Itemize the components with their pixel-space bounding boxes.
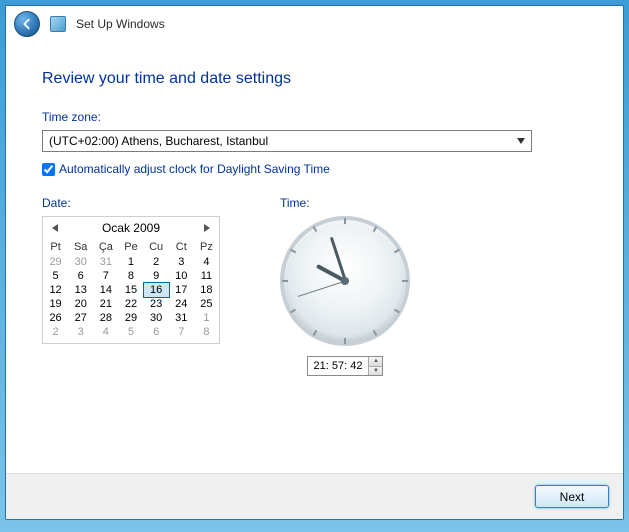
calendar-day[interactable]: 29	[118, 311, 143, 325]
date-column: Date: Ocak 2009 PtSaÇaPeCuCtPz2930311234…	[42, 196, 220, 376]
calendar-day[interactable]: 3	[68, 325, 93, 339]
page-title: Review your time and date settings	[42, 70, 587, 88]
calendar-month-title: Ocak 2009	[102, 221, 160, 235]
calendar-day[interactable]: 6	[144, 325, 169, 339]
calendar-day[interactable]: 22	[118, 297, 143, 311]
calendar-day[interactable]: 11	[194, 269, 219, 283]
dst-label: Automatically adjust clock for Daylight …	[59, 162, 330, 176]
calendar-day[interactable]: 1	[194, 311, 219, 325]
clock-tick	[344, 338, 346, 344]
time-label: Time:	[280, 196, 410, 210]
calendar-day[interactable]: 30	[68, 255, 93, 269]
calendar-day[interactable]: 4	[93, 325, 118, 339]
calendar-day[interactable]: 15	[118, 283, 143, 297]
dst-checkbox[interactable]	[42, 163, 55, 176]
footer-bar: Next	[6, 473, 623, 519]
setup-window: Set Up Windows Review your time and date…	[5, 5, 624, 520]
time-column: Time: 21: 57: 42 ▲ ▼	[280, 196, 410, 376]
content-panel: Review your time and date settings Time …	[6, 42, 623, 473]
calendar-day-header: Pe	[118, 239, 143, 255]
calendar-day[interactable]: 28	[93, 311, 118, 325]
calendar-day-header: Ct	[169, 239, 194, 255]
calendar-day[interactable]: 20	[68, 297, 93, 311]
calendar-day-header: Pz	[194, 239, 219, 255]
calendar: Ocak 2009 PtSaÇaPeCuCtPz2930311234567891…	[42, 216, 220, 344]
header-bar: Set Up Windows	[6, 6, 623, 42]
header-title: Set Up Windows	[76, 17, 165, 31]
timezone-value: (UTC+02:00) Athens, Bucharest, Istanbul	[49, 134, 268, 148]
calendar-day[interactable]: 24	[169, 297, 194, 311]
dst-row: Automatically adjust clock for Daylight …	[42, 162, 587, 176]
calendar-day[interactable]: 1	[118, 255, 143, 269]
calendar-day[interactable]: 3	[169, 255, 194, 269]
calendar-day[interactable]: 13	[68, 283, 93, 297]
timezone-label: Time zone:	[42, 110, 587, 124]
calendar-day[interactable]: 19	[43, 297, 68, 311]
calendar-day[interactable]: 27	[68, 311, 93, 325]
calendar-day[interactable]: 12	[43, 283, 68, 297]
calendar-day[interactable]: 7	[93, 269, 118, 283]
calendar-next-button[interactable]	[201, 222, 213, 234]
analog-clock	[280, 216, 410, 346]
back-arrow-icon	[20, 17, 34, 31]
calendar-day[interactable]: 31	[169, 311, 194, 325]
calendar-day[interactable]: 30	[144, 311, 169, 325]
chevron-down-icon	[513, 133, 529, 149]
calendar-day[interactable]: 31	[93, 255, 118, 269]
calendar-prev-button[interactable]	[49, 222, 61, 234]
time-up-button[interactable]: ▲	[369, 357, 382, 366]
clock-tick	[344, 218, 346, 224]
calendar-day[interactable]: 8	[118, 269, 143, 283]
calendar-day-header: Sa	[68, 239, 93, 255]
time-spinner[interactable]: 21: 57: 42 ▲ ▼	[307, 356, 384, 376]
time-value[interactable]: 21: 57: 42	[308, 357, 369, 375]
calendar-day-header: Ça	[93, 239, 118, 255]
calendar-day[interactable]: 2	[43, 325, 68, 339]
calendar-day[interactable]: 9	[144, 269, 169, 283]
app-icon	[50, 16, 66, 32]
clock-center	[341, 277, 349, 285]
date-label: Date:	[42, 196, 220, 210]
calendar-day[interactable]: 18	[194, 283, 219, 297]
calendar-day-header: Pt	[43, 239, 68, 255]
calendar-day[interactable]: 6	[68, 269, 93, 283]
calendar-day[interactable]: 16	[143, 282, 170, 298]
calendar-day[interactable]: 17	[169, 283, 194, 297]
calendar-day[interactable]: 8	[194, 325, 219, 339]
calendar-day[interactable]: 14	[93, 283, 118, 297]
calendar-day-header: Cu	[144, 239, 169, 255]
next-button[interactable]: Next	[535, 485, 609, 508]
calendar-day[interactable]: 23	[144, 297, 169, 311]
calendar-day[interactable]: 7	[169, 325, 194, 339]
time-down-button[interactable]: ▼	[369, 366, 382, 376]
back-button[interactable]	[14, 11, 40, 37]
calendar-day[interactable]: 4	[194, 255, 219, 269]
calendar-day[interactable]: 26	[43, 311, 68, 325]
calendar-day[interactable]: 21	[93, 297, 118, 311]
calendar-day[interactable]: 5	[43, 269, 68, 283]
calendar-day[interactable]: 5	[118, 325, 143, 339]
calendar-day[interactable]: 2	[144, 255, 169, 269]
timezone-dropdown[interactable]: (UTC+02:00) Athens, Bucharest, Istanbul	[42, 130, 532, 152]
clock-tick	[282, 280, 288, 282]
calendar-day[interactable]: 29	[43, 255, 68, 269]
calendar-day[interactable]: 25	[194, 297, 219, 311]
calendar-day[interactable]: 10	[169, 269, 194, 283]
calendar-grid: PtSaÇaPeCuCtPz29303112345678910111213141…	[43, 239, 219, 339]
clock-tick	[402, 280, 408, 282]
